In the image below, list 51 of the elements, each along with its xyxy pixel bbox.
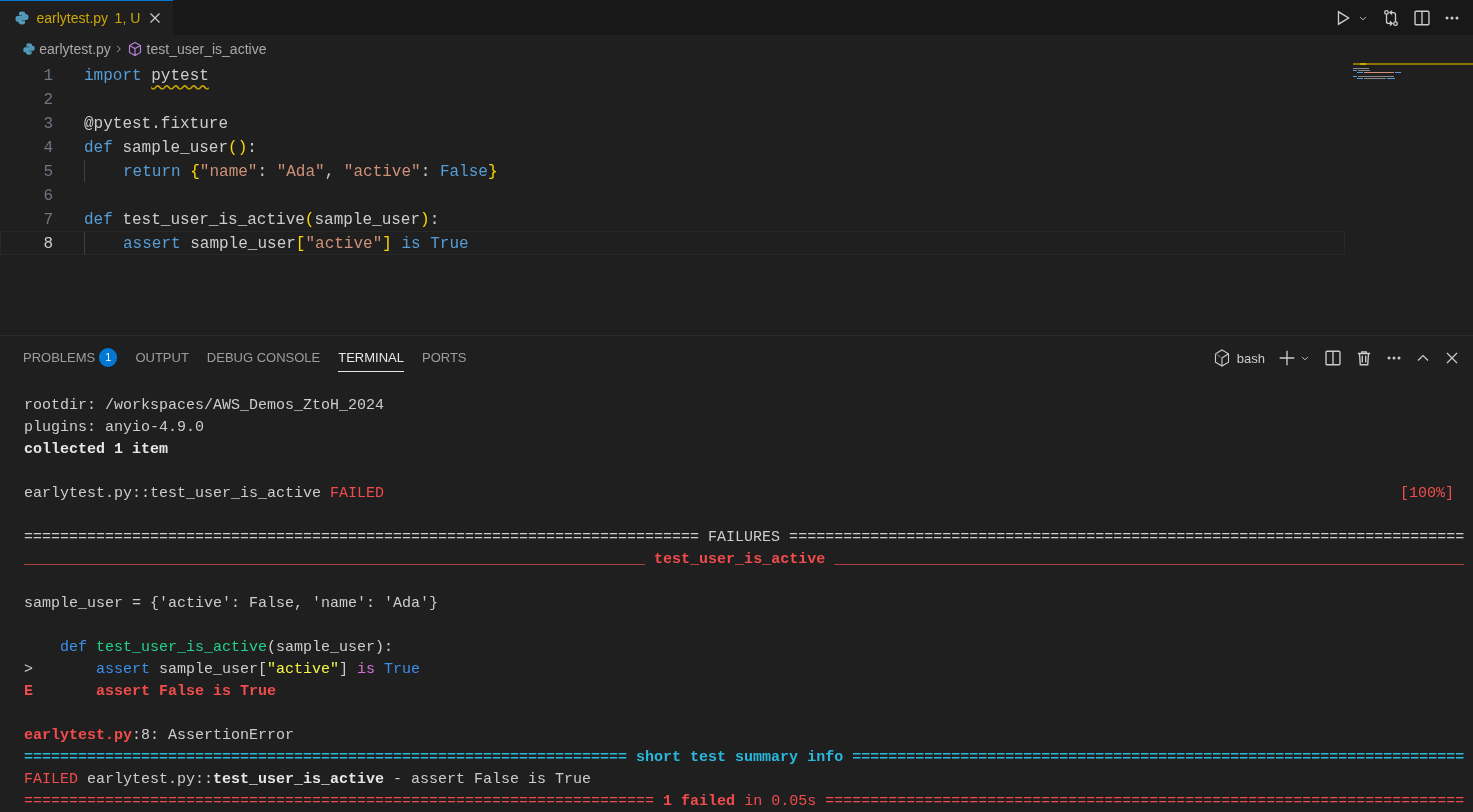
progress-percent: [100%] [1400, 484, 1454, 504]
panel-tab[interactable]: OUTPUT [135, 343, 189, 373]
terminal-line: earlytest.py::test_user_is_active FAILED [24, 484, 385, 504]
terminal-line: > assert sample_user["active"] is True [24, 660, 421, 680]
terminal-line: _____________________________________________________________________ test_user_is_active ______________________________________________________________________ [24, 550, 1465, 570]
tab-status: 1, U [114, 8, 141, 28]
python-file-icon [14, 10, 30, 26]
trash-icon[interactable] [1355, 349, 1373, 367]
count-badge: 1 [99, 348, 118, 367]
code-line: def test_user_is_active(sample_user): [84, 210, 440, 230]
terminal-line: FAILED earlytest.py::test_user_is_active - assert False is True [24, 770, 592, 790]
code-line: assert sample_user["active"] is True [84, 232, 469, 254]
python-file-icon [22, 42, 36, 56]
line-number: 4 [42, 138, 53, 158]
terminal-line: ====================================================================== 1 failed in 0.05s ======================================================================= [24, 792, 1465, 812]
line-number: 2 [42, 90, 53, 110]
editor-tab[interactable]: earlytest.py 1, U [0, 0, 173, 35]
cube-icon [127, 41, 144, 57]
terminal-line: =========================================================================== FAILURES =========================================================================== [24, 528, 1465, 548]
line-number: 7 [42, 210, 53, 230]
line-number: 6 [42, 186, 53, 206]
cube-icon [1214, 349, 1231, 367]
terminal-line: def test_user_is_active(sample_user): [59, 638, 394, 658]
code-line: import pytest [84, 66, 209, 86]
terminal-line: earlytest.py:8: AssertionError [24, 726, 295, 746]
panel-tab[interactable]: TERMINAL [338, 343, 404, 373]
close-icon[interactable] [1444, 350, 1460, 366]
line-number: 1 [42, 66, 53, 86]
breadcrumb-item[interactable]: earlytest.py [39, 38, 111, 60]
terminal-line: plugins: anyio-4.9.0 [24, 418, 205, 438]
panel-tab[interactable]: DEBUG CONSOLE [206, 343, 321, 373]
terminal-line: sample_user = {'active': False, 'name': 'Ada'} [24, 594, 439, 614]
terminal-line: =================================================================== short test summary info ==================================================================== [24, 748, 1465, 768]
plus-icon[interactable] [1278, 349, 1296, 367]
compare-changes-icon[interactable] [1382, 8, 1400, 27]
terminal-line: E assert False is True [24, 682, 277, 702]
code-line: @pytest.fixture [84, 114, 229, 134]
terminal-shell-selector[interactable]: bash [1214, 349, 1265, 367]
code-line: def sample_user(): [84, 138, 257, 158]
line-number: 5 [42, 162, 53, 182]
code-line: return {"name": "Ada", "active": False} [84, 160, 498, 182]
terminal-line: rootdir: /workspaces/AWS_Demos_ZtoH_2024 [24, 396, 385, 416]
split-editor-icon[interactable] [1413, 8, 1431, 27]
terminal-line: collected 1 item [24, 440, 169, 460]
breadcrumb-item[interactable]: test_user_is_active [146, 38, 267, 60]
line-number: 8 [42, 234, 53, 254]
tab-label: earlytest.py [36, 8, 109, 28]
split-terminal-icon[interactable] [1324, 349, 1342, 367]
line-number: 3 [42, 114, 53, 134]
panel-tab[interactable]: PROBLEMS 1 [23, 343, 118, 373]
panel-tab[interactable]: PORTS [422, 343, 467, 373]
